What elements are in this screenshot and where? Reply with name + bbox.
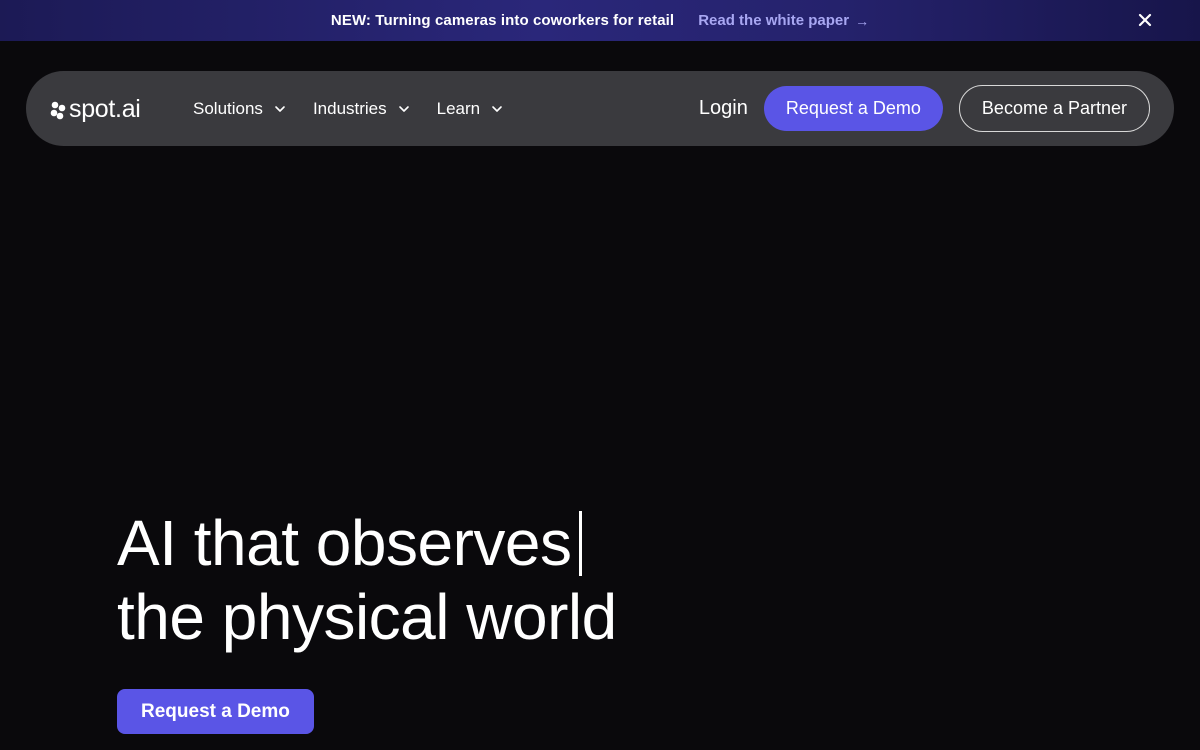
close-icon[interactable] <box>1134 9 1156 31</box>
white-paper-link-label: Read the white paper <box>698 12 850 29</box>
hero-title-line2: the physical world <box>117 581 617 653</box>
nav-item-learn[interactable]: Learn <box>437 99 503 119</box>
announcement-text: NEW: Turning cameras into coworkers for … <box>330 12 675 29</box>
arrow-right-icon: → <box>855 12 870 29</box>
hero-title-line1: AI that observes <box>117 507 572 579</box>
become-partner-button[interactable]: Become a Partner <box>958 85 1150 132</box>
nav-item-industries[interactable]: Industries <box>313 99 410 119</box>
chevron-down-icon <box>491 103 503 115</box>
nav-item-label: Industries <box>312 98 387 118</box>
logo-text: spot.ai <box>69 95 141 123</box>
spot-dots-icon <box>50 101 66 119</box>
nav-actions: Login Request a Demo Become a Partner <box>699 71 1150 146</box>
hero-title: AI that observes the physical world <box>117 506 617 654</box>
hero-request-demo-button[interactable]: Request a Demo <box>117 689 314 734</box>
typing-caret <box>579 510 583 576</box>
nav-item-label: Learn <box>436 98 481 118</box>
white-paper-link[interactable]: Read the white paper → <box>698 12 869 29</box>
hero-line-1: AI that observes <box>117 506 617 580</box>
nav-item-label: Solutions <box>193 98 263 118</box>
nav-menu: Solutions Industries Learn <box>193 71 530 146</box>
chevron-down-icon <box>398 103 410 115</box>
logo[interactable]: spot.ai <box>50 95 141 124</box>
hero-line-2: the physical world <box>117 580 617 654</box>
request-demo-button[interactable]: Request a Demo <box>763 86 943 131</box>
announcement-bar: NEW: Turning cameras into coworkers for … <box>0 0 1200 41</box>
main-navbar: spot.ai Solutions Industries Learn Login… <box>26 71 1174 146</box>
chevron-down-icon <box>274 103 286 115</box>
nav-item-solutions[interactable]: Solutions <box>193 99 286 119</box>
login-link[interactable]: Login <box>699 97 748 120</box>
hero: AI that observes the physical world <box>117 506 617 654</box>
